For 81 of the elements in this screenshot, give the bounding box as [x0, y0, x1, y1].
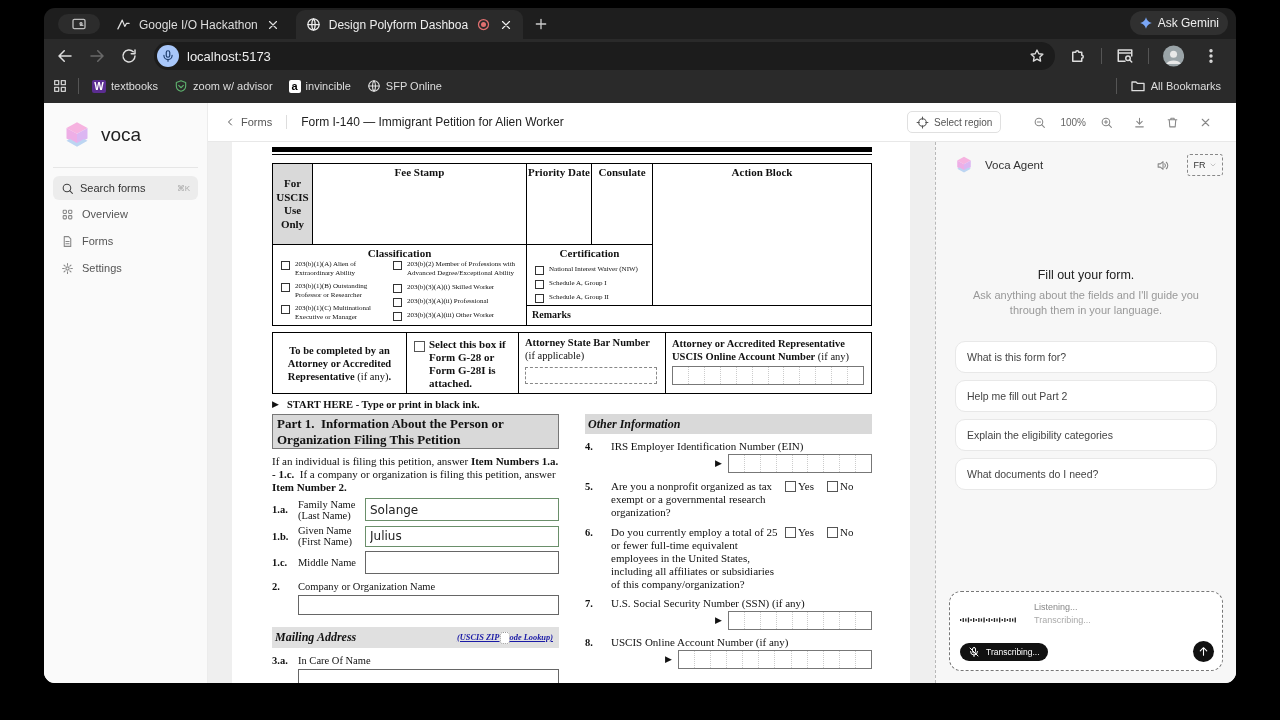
form-label: Attorney or Accredited Representative USCIS Online Account Number (if any): [672, 337, 851, 363]
form-label: Attorney State Bar Number: [525, 337, 651, 350]
form-label: Fee Stamp: [393, 165, 446, 178]
question-text: Do you currently employ a total of 25 or fewer full-time equivalent employees in the United States, including all affiliates or subsidiaries of this company/organization?: [611, 526, 779, 591]
field-label: Given Name (First Name): [298, 525, 353, 547]
form-label: Certification: [558, 246, 621, 259]
form-label: To be completed by an Attorney or Accredited Representative (if any).: [286, 343, 393, 383]
question-text: Are you a nonprofit organized as tax exempt or a governmental research organization?: [611, 480, 774, 519]
agent-name: Voca Agent: [985, 159, 1044, 171]
zip-lookup-link[interactable]: (USCIS ZIP: [456, 633, 500, 642]
form-label: Classification: [366, 246, 433, 259]
back-link[interactable]: Forms: [224, 116, 273, 128]
suggestion-chip[interactable]: What documents do I need?: [955, 458, 1217, 490]
field-label: U.S. Social Security Number (SSN) (if any): [611, 597, 806, 610]
form-label: (if applicable): [525, 349, 586, 362]
field-label: Company or Organization Name: [298, 581, 436, 592]
field-label: IRS Employer Identification Number (EIN): [611, 440, 805, 453]
item-number: 8.: [585, 636, 594, 650]
text-field[interactable]: Julius: [365, 525, 559, 547]
all-bookmarks-button[interactable]: All Bookmarks: [1126, 78, 1224, 94]
text-field[interactable]: Solange: [365, 498, 559, 521]
form-label: Action Block: [730, 165, 794, 178]
bookmark-icon: W: [92, 79, 106, 93]
mic-button[interactable]: Transcribing...: [960, 642, 1048, 661]
item-number: 2.: [272, 581, 281, 592]
checkbox-label: No: [840, 480, 854, 493]
suggestion-chip[interactable]: Explain the eligibility categories: [955, 419, 1217, 451]
field-label: Family Name (Last Name): [298, 498, 357, 521]
select-region-button[interactable]: Select region: [907, 111, 1002, 133]
brand-name: voca: [101, 124, 142, 146]
ask-gemini-button[interactable]: Ask Gemini: [1129, 11, 1228, 35]
item-number: 4.: [585, 440, 594, 454]
instruction-text: If an individual is filing this petition, answer Item Numbers 1.a. - 1.c. If a company or organization is filing this petition, answer Item Number 2.: [272, 455, 559, 494]
item-number: 3.a.: [272, 655, 289, 666]
section-heading: Other Information: [585, 414, 872, 434]
browser-tab[interactable]: Design Polyform Dashboa: [295, 10, 524, 39]
nav-item[interactable]: Overview: [53, 201, 198, 227]
nav-item[interactable]: Settings: [53, 255, 198, 281]
arrow-marker: ▶: [715, 457, 722, 470]
arrow-marker: ▶: [715, 614, 722, 627]
field-label: In Care Of Name: [298, 655, 371, 666]
field-label: USCIS Online Account Number (if any): [611, 636, 790, 649]
status-text: Listening...: [1034, 601, 1079, 614]
field-label: Middle Name: [298, 557, 358, 568]
checkbox-label: No: [840, 526, 854, 539]
empty-state-title: Fill out your form.: [1036, 268, 1136, 282]
checkbox-label: Select this box if Form G-28 or Form G-28I is attached.: [429, 338, 507, 390]
instruction-text: START HERE - Type or print in black ink.: [287, 398, 480, 410]
arrow-marker: ▶: [665, 653, 672, 666]
section-heading: Part 1. Information About the Person or Organization Filing This Petition: [272, 414, 559, 449]
message-composer[interactable]: Listening... Transcribing... Transcribing...: [949, 591, 1223, 671]
form-label: Consulate: [597, 165, 647, 178]
suggestion-chip[interactable]: Help me fill out Part 2: [955, 380, 1217, 412]
transcript-text: Transcribing...: [1034, 614, 1091, 627]
arrow-marker: ▶: [272, 399, 279, 409]
form-title: Form I-140 — Immigrant Petition for Alien Worker: [301, 115, 564, 129]
section-heading: Mailing Address: [275, 630, 357, 645]
item-number: 6.: [585, 526, 594, 540]
form-label: For USCIS Use Only: [275, 177, 310, 231]
bookmark-icon: a: [288, 79, 301, 93]
zip-lookup-link[interactable]: ode Lookup): [509, 633, 553, 642]
checkbox-label: Yes: [798, 480, 814, 493]
item-number: 1.a.: [272, 504, 289, 515]
bookmark[interactable]: SFP Online: [363, 79, 445, 93]
empty-state-text: Ask anything about the fields and I'll guide you through them in your language.: [972, 288, 1200, 318]
address-bar[interactable]: localhost:5173: [154, 42, 1055, 70]
bookmark[interactable]: W textbooks: [89, 79, 162, 93]
bookmark[interactable]: a invincible: [285, 79, 354, 93]
item-number: 1.c.: [272, 557, 289, 568]
checkbox-label: Yes: [798, 526, 814, 539]
form-label: Priority Date: [527, 165, 591, 178]
item-number: 7.: [585, 597, 594, 611]
bookmark[interactable]: zoom w/ advisor: [171, 79, 276, 93]
form-label: Remarks: [532, 309, 571, 320]
suggestion-chip[interactable]: What is this form for?: [955, 341, 1217, 373]
browser-tab[interactable]: Google I/O Hackathon: [106, 10, 290, 39]
item-number: 5.: [585, 480, 594, 494]
item-number: 1.b.: [272, 530, 290, 542]
nav-item[interactable]: Forms: [53, 228, 198, 254]
zoom-level: 100%: [1060, 116, 1086, 128]
language-dropdown[interactable]: FR: [1187, 154, 1223, 176]
